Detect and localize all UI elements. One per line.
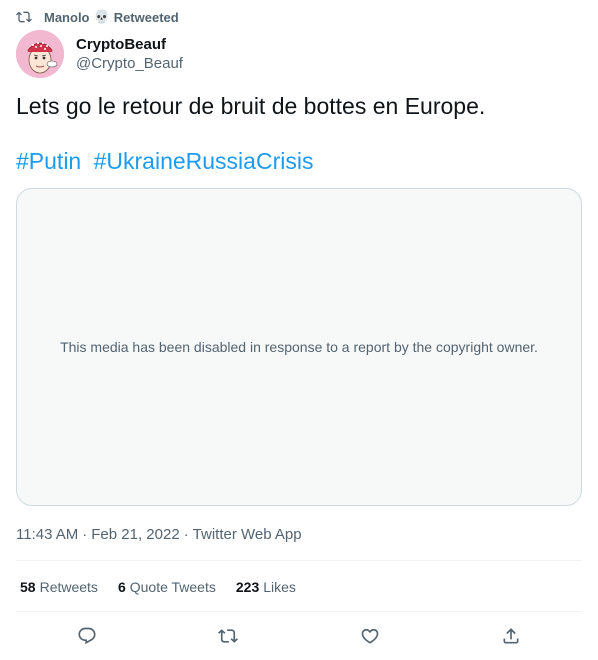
- quote-tweets-stat[interactable]: 6 Quote Tweets: [118, 579, 216, 595]
- meta-separator: ·: [82, 525, 88, 543]
- likes-label: Likes: [263, 579, 296, 595]
- author-names: CryptoBeauf @Crypto_Beauf: [76, 35, 183, 73]
- retweeted-by-banner[interactable]: Manolo 💀 Retweeted: [16, 8, 179, 26]
- retweet-button[interactable]: [211, 619, 245, 653]
- author-display-name[interactable]: CryptoBeauf: [76, 35, 183, 54]
- quote-tweets-label: Quote Tweets: [129, 579, 216, 595]
- tweet-action-bar: [16, 616, 582, 656]
- share-icon: [503, 628, 519, 644]
- likes-stat[interactable]: 223 Likes: [236, 579, 296, 595]
- tweet-stats: 58 Retweets 6 Quote Tweets 223 Likes: [20, 577, 316, 597]
- retweet-icon: [16, 11, 32, 23]
- tweet-hashtags: #Putin #UkraineRussiaCrisis: [16, 147, 582, 175]
- heart-icon: [361, 628, 379, 644]
- retweeter-name[interactable]: Manolo: [44, 10, 90, 25]
- tweet-author: CryptoBeauf @Crypto_Beauf: [16, 30, 183, 78]
- hashtag-link[interactable]: #Putin: [16, 148, 81, 174]
- hashtag-link[interactable]: #UkraineRussiaCrisis: [94, 148, 314, 174]
- tweet-text: Lets go le retour de bruit de bottes en …: [16, 93, 486, 119]
- share-button[interactable]: [494, 619, 528, 653]
- author-handle[interactable]: @Crypto_Beauf: [76, 54, 183, 73]
- media-disabled-message: This media has been disabled in response…: [60, 339, 538, 355]
- divider: [16, 611, 582, 612]
- like-button[interactable]: [353, 619, 387, 653]
- retweets-count: 58: [20, 579, 36, 595]
- reply-icon: [78, 627, 96, 645]
- avatar[interactable]: [16, 30, 64, 78]
- retweet-icon: [218, 629, 239, 643]
- tweet-date[interactable]: Feb 21, 2022: [91, 526, 179, 543]
- tweet-time[interactable]: 11:43 AM: [16, 526, 78, 543]
- tweet-source[interactable]: Twitter Web App: [193, 526, 302, 543]
- reply-button[interactable]: [70, 619, 104, 653]
- skull-emoji: 💀: [93, 9, 110, 24]
- quote-tweets-count: 6: [117, 579, 126, 595]
- tweet-timestamp: 11:43 AM · Feb 21, 2022 · Twitter Web Ap…: [16, 524, 302, 544]
- media-disabled-box: This media has been disabled in response…: [16, 188, 582, 506]
- retweets-label: Retweets: [39, 579, 98, 595]
- avatar-illustration: [16, 30, 64, 78]
- divider: [16, 560, 582, 561]
- likes-count: 223: [235, 579, 260, 595]
- meta-separator: ·: [183, 525, 189, 543]
- retweets-stat[interactable]: 58 Retweets: [20, 579, 98, 595]
- retweeted-label: Retweeted: [113, 9, 179, 25]
